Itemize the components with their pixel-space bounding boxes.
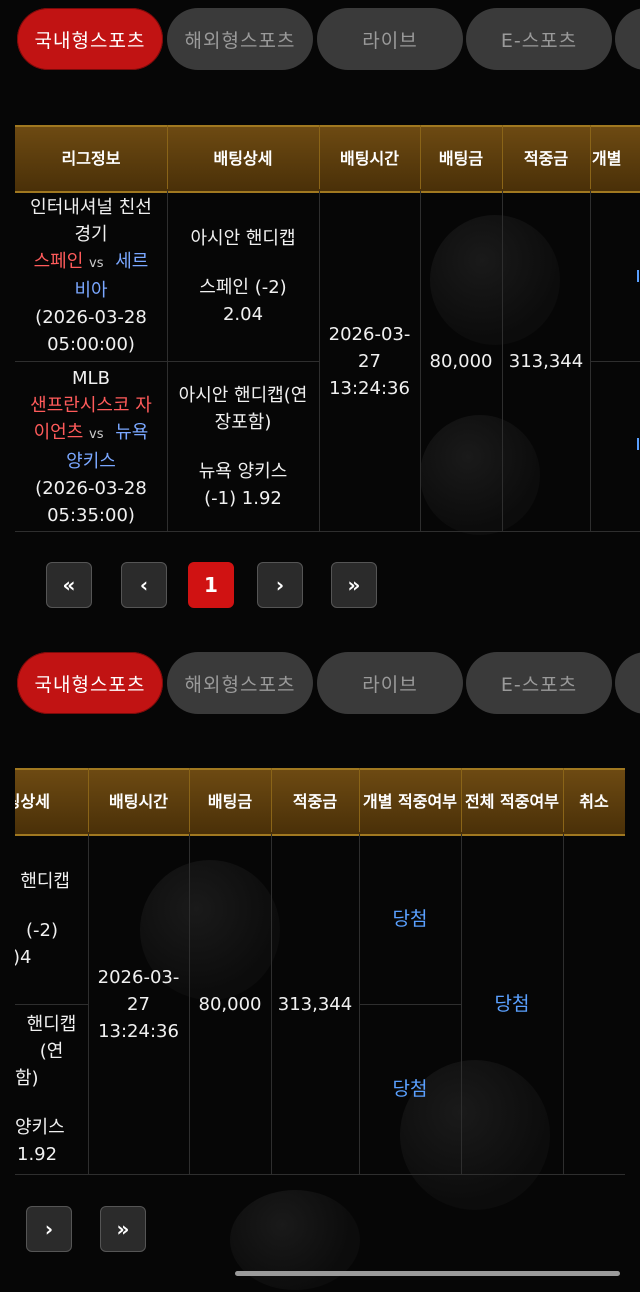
prev-page-button[interactable]: ‹ — [121, 562, 167, 608]
header-time: 배팅시간 — [319, 125, 421, 189]
match-date: 05:00:00) — [47, 334, 135, 355]
away-team: 비아 — [74, 280, 108, 301]
match-line: 스페인 vs 세르 — [34, 248, 149, 277]
league-name: MLB — [72, 367, 110, 389]
result-marker — [637, 270, 639, 282]
first-page-button[interactable]: « — [46, 562, 92, 608]
bet-payout: 313,344 — [277, 993, 353, 1015]
header-individual: 개별 적중여부 — [359, 768, 462, 832]
header-league: 리그정보 — [15, 125, 168, 189]
bet-pick: 뉴욕 양키스 — [198, 460, 288, 482]
home-indicator[interactable] — [235, 1271, 620, 1276]
tab-domestic-sports[interactable]: 국내형스포츠 — [17, 8, 163, 70]
header-detail: 배팅상세 — [167, 125, 320, 189]
league-info-1: 인터내셔널 친선 경기 스페인 vs 세르 비아 (2026-03-28 05:… — [15, 191, 167, 361]
home-team: 샌프란시스코 자 — [30, 394, 152, 416]
tab-more[interactable] — [615, 8, 640, 70]
tab-domestic-sports[interactable]: 국내형스포츠 — [17, 652, 163, 714]
bet-amount: 80,000 — [198, 993, 262, 1015]
individual-result-2: 당첨 — [392, 1078, 428, 1100]
match-date: (2026-03-28 — [35, 477, 147, 499]
header-individual: 개별 — [592, 149, 622, 168]
header-amount: 배팅금 — [189, 768, 272, 832]
header-payout: 적중금 — [502, 125, 591, 189]
match-date: 05:35:00) — [47, 504, 135, 526]
bet-history-table: 리그정보 배팅상세 배팅시간 배팅금 적중금 개별 인터내셔널 친선 경기 스페… — [15, 125, 640, 532]
bet-detail-2: 핸디캡(연 함) 양키스 1.92 — [15, 1005, 88, 1174]
bet-type: 장포함) — [214, 411, 272, 433]
bet-detail-1: 핸디캡 (-2) )4 — [15, 834, 88, 1004]
header-overall: 전체 적중여부 — [461, 768, 564, 832]
vs-label: vs — [89, 426, 104, 442]
header-detail: 배팅상세 — [15, 768, 89, 832]
bet-type: 핸디캡(연 — [26, 1014, 77, 1062]
bet-odds: 2.04 — [222, 303, 264, 325]
home-team: 이언츠 — [33, 421, 84, 443]
tab-overseas-sports[interactable]: 해외형스포츠 — [167, 652, 313, 714]
away-team: 양키스 — [66, 450, 116, 472]
last-page-button[interactable]: » — [100, 1206, 146, 1252]
home-team: 스페인 — [33, 251, 84, 272]
bet-odds: )4 — [15, 946, 32, 968]
bet-amount: 80,000 — [429, 350, 493, 372]
league-name: 인터내셔널 친선 — [30, 197, 152, 218]
header-amount: 배팅금 — [420, 125, 503, 189]
bet-pick: (-2) — [26, 919, 58, 941]
bet-type: 함) — [15, 1068, 39, 1089]
bet-odds: 1.92 — [17, 1144, 58, 1165]
bet-detail-2: 아시안 핸디캡(연 장포함) 뉴욕 양키스 (-1) 1.92 — [167, 362, 319, 531]
bet-type: 핸디캡 — [20, 870, 70, 892]
away-team: 뉴욕 — [115, 421, 149, 443]
header-cancel: 취소 — [579, 792, 609, 811]
header-time: 배팅시간 — [88, 768, 190, 832]
vs-label: vs — [89, 256, 104, 271]
bet-payout: 313,344 — [508, 350, 584, 372]
overall-result: 당첨 — [494, 992, 530, 1015]
bet-pick: 스페인 (-2) — [199, 276, 287, 298]
bet-history-table-scrolled[interactable]: 배팅상세 배팅시간 배팅금 적중금 개별 적중여부 전체 적중여부 취소 핸디캡… — [15, 768, 625, 1175]
next-page-button[interactable]: › — [26, 1206, 72, 1252]
bet-odds: (-1) 1.92 — [204, 487, 282, 509]
sport-tabs: 국내형스포츠 해외형스포츠 라이브 E-스포츠 — [0, 648, 640, 718]
league-name: 경기 — [74, 224, 108, 245]
tab-live[interactable]: 라이브 — [317, 8, 463, 70]
tab-esports[interactable]: E-스포츠 — [466, 652, 612, 714]
away-team: 세르 — [115, 251, 149, 272]
sport-tabs: 국내형스포츠 해외형스포츠 라이브 E-스포츠 — [0, 4, 640, 74]
header-payout: 적중금 — [271, 768, 360, 832]
page-1-button[interactable]: 1 — [188, 562, 234, 608]
bet-time: 2026-03- 27 13:24:36 — [328, 323, 411, 399]
match-date: (2026-03-28 — [35, 307, 147, 328]
bet-type: 아시안 핸디캡(연 — [178, 384, 308, 406]
bet-pick: 양키스 — [15, 1117, 65, 1138]
bet-type: 아시안 핸디캡 — [190, 227, 296, 249]
league-info-2: MLB 샌프란시스코 자 이언츠 vs 뉴욕 양키스 (2026-03-28 0… — [15, 362, 167, 531]
tab-overseas-sports[interactable]: 해외형스포츠 — [167, 8, 313, 70]
bet-time: 2026-03- 27 13:24:36 — [97, 966, 180, 1042]
result-marker — [637, 438, 639, 450]
next-page-button[interactable]: › — [257, 562, 303, 608]
cancel-cell — [563, 834, 625, 1174]
tab-more[interactable] — [615, 652, 640, 714]
last-page-button[interactable]: » — [331, 562, 377, 608]
bet-detail-1: 아시안 핸디캡 스페인 (-2) 2.04 — [167, 191, 319, 361]
match-line: 이언츠 vs 뉴욕 — [34, 419, 149, 448]
tab-live[interactable]: 라이브 — [317, 652, 463, 714]
tab-esports[interactable]: E-스포츠 — [466, 8, 612, 70]
individual-result-1: 당첨 — [392, 907, 428, 930]
